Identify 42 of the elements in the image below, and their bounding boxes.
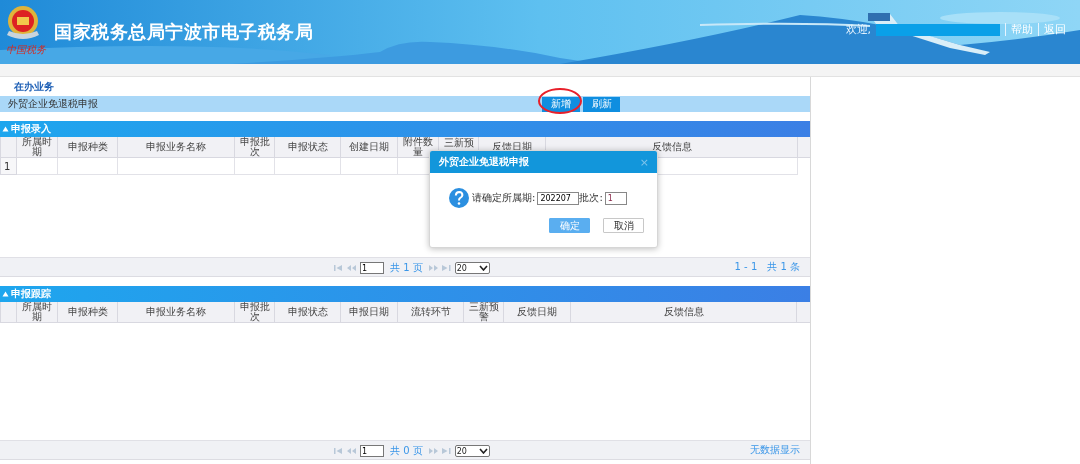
- previous-page-icon[interactable]: [347, 448, 356, 454]
- next-page-icon[interactable]: [428, 265, 438, 271]
- pager-summary: 无数据显示: [750, 443, 800, 457]
- dialog-title: 外贸企业免退税申报: [439, 155, 529, 169]
- toolbar-title: 外贸企业免退税申报: [8, 97, 98, 111]
- first-page-icon[interactable]: [334, 265, 343, 271]
- dialog-button[interactable]: 取消: [603, 218, 644, 233]
- page-field[interactable]: 1: [360, 262, 384, 274]
- last-page-icon[interactable]: [441, 265, 451, 271]
- column-header[interactable]: 三新预警: [464, 302, 503, 322]
- question-icon: [449, 188, 469, 208]
- column-header[interactable]: 申报批次: [235, 302, 274, 322]
- batch-label: 批次:: [579, 191, 603, 205]
- site-title: 国家税务总局宁波市电子税务局: [54, 20, 313, 44]
- chevron-down-icon: [478, 265, 488, 271]
- collapse-icon[interactable]: [2, 126, 9, 132]
- welcome-text: 欢迎,: [845, 22, 871, 37]
- toolbar-button[interactable]: 刷新: [583, 96, 620, 112]
- column-header[interactable]: 所属时期: [17, 137, 57, 157]
- page-count: 共 0 页: [390, 444, 423, 458]
- column-header[interactable]: 附件数量: [398, 137, 438, 157]
- panel-title: 申报录入: [11, 122, 51, 136]
- breadcrumb[interactable]: 在办业务: [14, 81, 54, 93]
- pager-summary: 1 - 1 共 1 条: [734, 260, 800, 274]
- page-count: 共 1 页: [390, 261, 423, 275]
- last-page-icon[interactable]: [441, 448, 451, 454]
- batch-field[interactable]: 1: [604, 191, 627, 205]
- next-page-icon[interactable]: [428, 448, 438, 454]
- first-page-icon[interactable]: [334, 448, 343, 454]
- period-field[interactable]: 202207: [537, 191, 580, 205]
- toolbar-button[interactable]: 新增: [542, 96, 580, 112]
- page-field[interactable]: 1: [360, 445, 384, 457]
- page-size-select[interactable]: 20: [454, 445, 490, 457]
- collapse-icon[interactable]: [2, 291, 9, 297]
- panel-title: 申报跟踪: [11, 287, 51, 301]
- period-label: 请确定所属期:: [472, 191, 536, 205]
- logo-caption: 中国税务: [6, 44, 46, 56]
- column-header[interactable]: 所属时期: [17, 302, 57, 322]
- previous-page-icon[interactable]: [347, 265, 356, 271]
- page-size-select[interactable]: 20: [454, 262, 490, 274]
- column-header[interactable]: 申报批次: [235, 137, 274, 157]
- chevron-down-icon: [478, 448, 488, 454]
